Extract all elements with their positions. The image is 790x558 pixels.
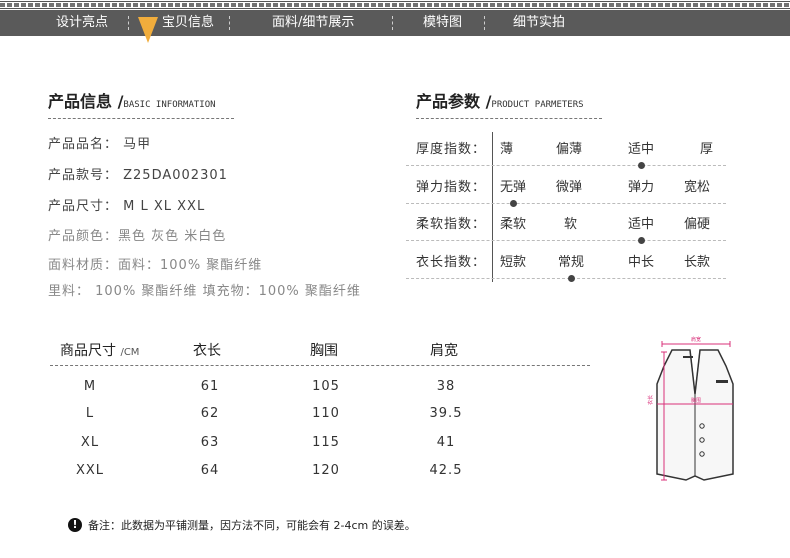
info-fabric: 面料材质：面料：100% 聚酯纤维 bbox=[48, 258, 263, 273]
param-option: 偏硬 bbox=[684, 217, 711, 232]
measure-cell: 63 bbox=[200, 435, 220, 450]
size-header-label: 商品尺寸 bbox=[60, 343, 116, 359]
nav-separator bbox=[484, 16, 485, 30]
chest-header: 胸围 bbox=[310, 343, 338, 359]
param-option: 适中 bbox=[628, 217, 655, 232]
param-option: 软 bbox=[564, 217, 578, 232]
measure-cell: 105 bbox=[312, 379, 340, 394]
nav-item-design[interactable]: 设计亮点 bbox=[56, 10, 108, 36]
param-selected-dot bbox=[638, 162, 645, 169]
param-option: 中长 bbox=[628, 255, 655, 270]
measurement-note: 备注：此数据为平铺测量，因方法不同，可能会有 2-4cm 的误差。 bbox=[88, 519, 416, 532]
size-cell: XL bbox=[80, 435, 100, 450]
measure-cell: 115 bbox=[312, 435, 340, 450]
product-params-title: 产品参数 /PRODUCT PARMETERS bbox=[416, 88, 584, 112]
measure-cell: 39.5 bbox=[429, 406, 463, 421]
product-info-divider bbox=[48, 118, 234, 119]
params-vertical-divider bbox=[492, 132, 493, 282]
param-option: 宽松 bbox=[684, 180, 711, 195]
nav-active-indicator-icon bbox=[138, 17, 158, 43]
measure-cell: 42.5 bbox=[429, 463, 463, 478]
param-label: 弹力指数： bbox=[416, 180, 487, 195]
param-selected-dot bbox=[638, 237, 645, 244]
param-option: 厚 bbox=[700, 142, 714, 157]
chain-pattern bbox=[0, 3, 790, 7]
param-option: 薄 bbox=[500, 142, 514, 157]
param-row-divider bbox=[406, 278, 726, 279]
product-params-title-zh: 产品参数 / bbox=[416, 92, 492, 111]
nav-separator bbox=[128, 16, 129, 30]
param-option: 长款 bbox=[684, 255, 711, 270]
exclamation-icon: ! bbox=[68, 518, 82, 532]
measure-cell: 61 bbox=[200, 379, 220, 394]
top-decoration bbox=[0, 0, 790, 9]
info-sizes: 产品尺寸： M L XL XXL bbox=[48, 199, 206, 214]
length-header: 衣长 bbox=[193, 343, 221, 359]
param-option: 柔软 bbox=[500, 217, 527, 232]
param-option: 弹力 bbox=[628, 180, 655, 195]
product-params-divider bbox=[416, 118, 602, 119]
param-label: 厚度指数： bbox=[416, 142, 487, 157]
chest-label: 胸围 bbox=[691, 397, 701, 404]
param-row-divider bbox=[406, 165, 726, 166]
param-option: 微弹 bbox=[556, 180, 583, 195]
param-option: 无弹 bbox=[500, 180, 527, 195]
nav-separator bbox=[392, 16, 393, 30]
size-cell: XXL bbox=[75, 463, 105, 478]
top-border-line bbox=[0, 1, 790, 2]
info-style-number: 产品款号： Z25DA002301 bbox=[48, 168, 228, 183]
nav-bar: 设计亮点 宝贝信息 面料/细节展示 模特图 细节实拍 bbox=[0, 10, 790, 36]
measure-cell: 41 bbox=[436, 435, 456, 450]
product-info-title-zh: 产品信息 / bbox=[48, 92, 124, 111]
vest-pocket-left bbox=[683, 356, 693, 358]
shoulder-header: 肩宽 bbox=[430, 343, 458, 359]
vest-pocket-right bbox=[716, 380, 728, 383]
measure-cell: 110 bbox=[312, 406, 340, 421]
measure-cell: 120 bbox=[312, 463, 340, 478]
product-info-title: 产品信息 /BASIC INFORMATION bbox=[48, 88, 216, 112]
info-colors: 产品颜色：黑色 灰色 米白色 bbox=[48, 229, 227, 244]
measure-cell: 64 bbox=[200, 463, 220, 478]
param-row-divider bbox=[406, 203, 726, 204]
param-option: 常规 bbox=[558, 255, 585, 270]
param-option: 短款 bbox=[500, 255, 527, 270]
param-option: 适中 bbox=[628, 142, 655, 157]
nav-item-product-info[interactable]: 宝贝信息 bbox=[162, 10, 214, 36]
shoulder-label: 肩宽 bbox=[691, 336, 701, 343]
param-label: 柔软指数： bbox=[416, 217, 487, 232]
measure-cell: 62 bbox=[200, 406, 220, 421]
param-selected-dot bbox=[568, 275, 575, 282]
vest-illustration: 肩宽 胸围 衣长 bbox=[647, 336, 734, 481]
param-label: 衣长指数： bbox=[416, 255, 487, 270]
vest-diagram: 肩宽 胸围 衣长 bbox=[640, 334, 750, 486]
info-name: 产品品名： 马甲 bbox=[48, 137, 152, 152]
size-cell: M bbox=[83, 379, 97, 394]
param-row-divider bbox=[406, 240, 726, 241]
product-info-title-en: BASIC INFORMATION bbox=[123, 100, 216, 110]
nav-item-fabric[interactable]: 面料/细节展示 bbox=[272, 10, 354, 36]
length-label: 衣长 bbox=[647, 395, 654, 405]
info-lining: 里料： 100% 聚酯纤维 填充物：100% 聚酯纤维 bbox=[48, 284, 361, 299]
top-border-line bbox=[0, 8, 790, 9]
nav-item-detail[interactable]: 细节实拍 bbox=[513, 10, 565, 36]
measure-cell: 38 bbox=[436, 379, 456, 394]
param-option: 偏薄 bbox=[556, 142, 583, 157]
nav-separator bbox=[229, 16, 230, 30]
size-cell: L bbox=[85, 406, 95, 421]
size-unit: /CM bbox=[120, 347, 140, 358]
size-table-divider bbox=[50, 365, 590, 366]
param-selected-dot bbox=[510, 200, 517, 207]
size-header: 商品尺寸 /CM bbox=[60, 340, 139, 360]
nav-item-model[interactable]: 模特图 bbox=[423, 10, 462, 36]
product-params-title-en: PRODUCT PARMETERS bbox=[491, 100, 584, 110]
